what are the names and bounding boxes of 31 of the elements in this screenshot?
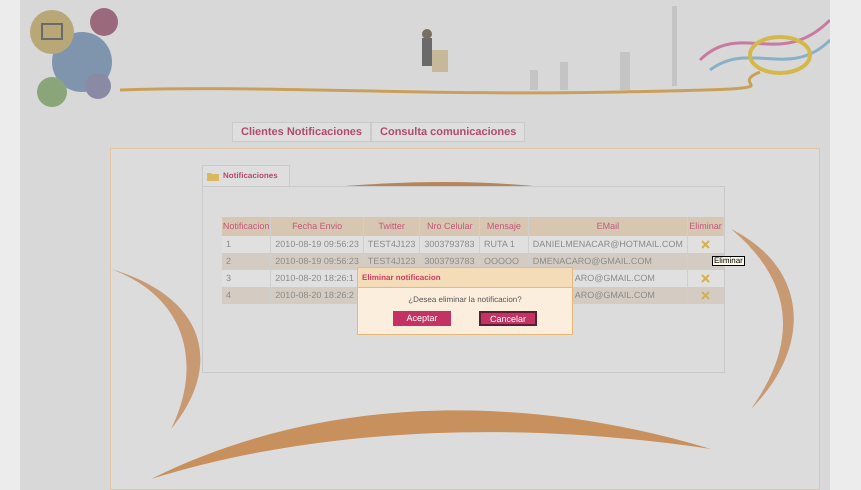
table-cell: 1 xyxy=(226,239,232,249)
nav-tab[interactable]: Clientes Notificaciones xyxy=(232,122,372,142)
panel-tab-label: Notificaciones xyxy=(223,170,278,182)
table-cell: 3003793783 xyxy=(424,256,474,266)
table-cell: 2010-08-19 09:56:23 xyxy=(275,256,359,266)
table-cell: 2010-08-20 18:26:1 xyxy=(275,273,354,283)
table-cell: ARO@GMAIL.COM xyxy=(574,273,655,283)
delete-icon[interactable] xyxy=(701,274,710,283)
dialog-title: Eliminar notificacion xyxy=(358,268,572,288)
table-cell: 3003793783 xyxy=(424,239,474,249)
dialog-button[interactable]: Aceptar xyxy=(393,311,451,326)
table-cell: DANIELMENACAR@HOTMAIL.COM xyxy=(532,239,683,249)
dialog-message: ¿Desea eliminar la notificacion? xyxy=(407,294,523,306)
table-cell: RUTA 1 xyxy=(484,239,515,249)
table-cell: TEST4J123 xyxy=(368,239,416,249)
tooltip: Eliminar xyxy=(712,256,745,266)
table-cell: TEST4J123 xyxy=(368,256,416,266)
table-cell: 4 xyxy=(226,290,232,300)
delete-icon[interactable] xyxy=(701,240,710,249)
table-cell: 2010-08-19 09:56:23 xyxy=(275,239,359,249)
panel-tab[interactable]: Notificaciones xyxy=(202,165,290,186)
nav-tab[interactable]: Consulta comunicaciones xyxy=(371,122,526,142)
delete-icon[interactable] xyxy=(701,290,710,300)
table-cell: 2010-08-20 18:26:2 xyxy=(275,290,354,300)
table-cell: DMENACARO@GMAIL.COM xyxy=(532,256,652,266)
table-cell: OOOOO xyxy=(484,256,520,266)
table-cell: ARO@GMAIL.COM xyxy=(574,290,655,300)
table-cell: 3 xyxy=(226,273,232,283)
table-cell: 2 xyxy=(226,256,232,266)
folder-icon xyxy=(207,172,219,180)
dialog-button[interactable]: Cancelar xyxy=(479,311,537,326)
